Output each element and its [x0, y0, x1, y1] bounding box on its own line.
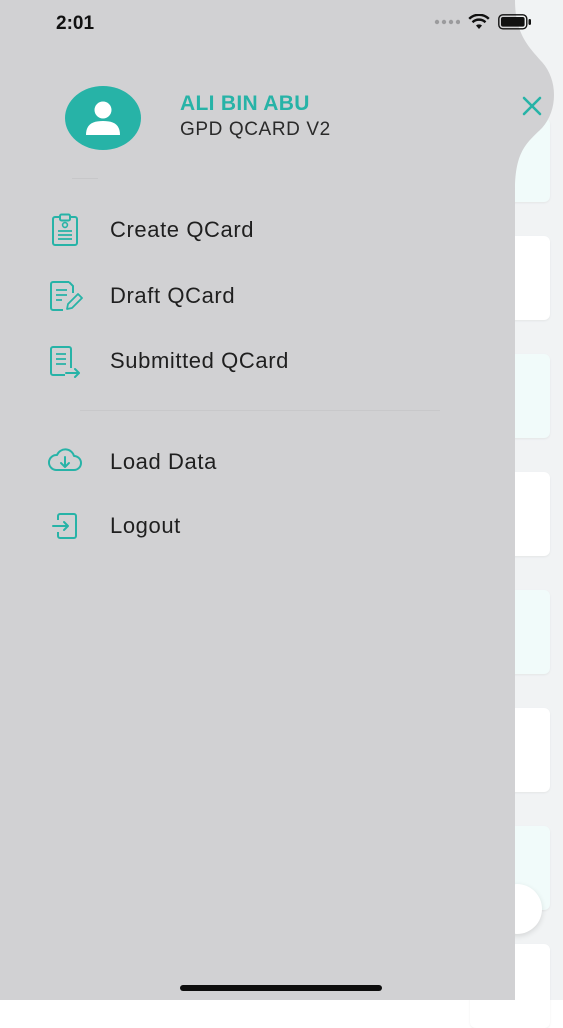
cloud-download-icon [40, 442, 90, 482]
close-icon [522, 96, 542, 116]
menu-item-load-data[interactable]: Load Data [40, 440, 440, 484]
status-time: 2:01 [56, 13, 95, 34]
divider [80, 410, 440, 411]
navigation-drawer: 2:01 ALI BIN ABU GPD QCARD V2 Create QCa… [0, 0, 554, 1000]
menu-item-label: Submitted QCard [110, 348, 289, 373]
menu-item-label: Logout [110, 513, 181, 538]
menu-item-create-qcard[interactable]: Create QCard [40, 208, 440, 252]
close-button[interactable] [518, 92, 546, 120]
avatar [65, 86, 141, 150]
edit-document-icon [40, 276, 90, 316]
menu-item-label: Create QCard [110, 217, 255, 242]
wifi-icon [468, 14, 490, 29]
user-icon [86, 101, 120, 135]
menu-item-logout[interactable]: Logout [40, 504, 440, 548]
signal-dots-icon [434, 19, 460, 25]
menu-item-label: Draft QCard [110, 283, 236, 308]
status-icons [434, 14, 532, 30]
menu-item-submitted-qcard[interactable]: Submitted QCard [40, 339, 440, 383]
home-indicator [180, 985, 382, 991]
divider [72, 178, 98, 179]
menu-item-label: Load Data [110, 449, 217, 474]
logout-icon [40, 506, 90, 546]
battery-icon [498, 14, 531, 30]
submitted-document-icon [40, 341, 90, 381]
app-name: GPD QCARD V2 [180, 119, 331, 140]
clipboard-icon [40, 210, 90, 250]
user-name: ALI BIN ABU [180, 92, 310, 115]
menu-item-draft-qcard[interactable]: Draft QCard [40, 274, 440, 318]
